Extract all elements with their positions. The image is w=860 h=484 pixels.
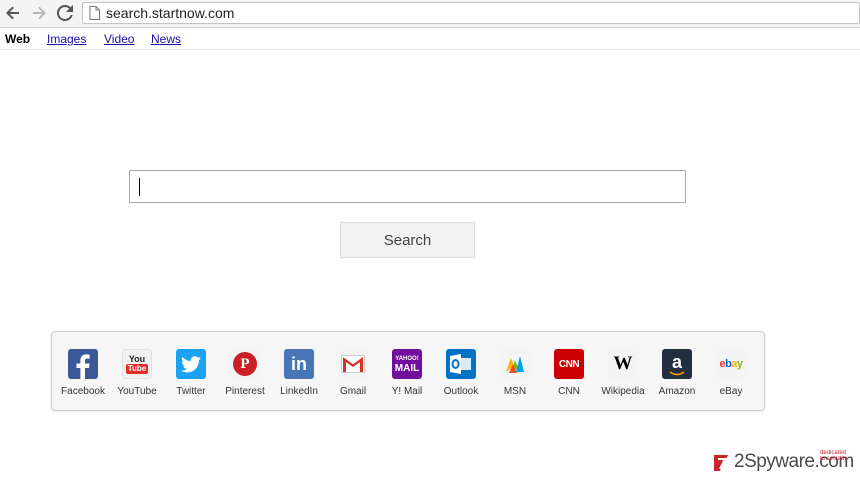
- shortcut-ebay[interactable]: ebay eBay: [704, 349, 758, 399]
- twitter-icon: [176, 349, 206, 379]
- yahoo-mail-icon: YAHOO! MAIL: [392, 349, 422, 379]
- page-icon: [89, 6, 100, 20]
- spyware-logo-icon: [714, 455, 728, 471]
- youtube-icon: You Tube: [122, 349, 152, 379]
- yahoo-text: YAHOO!: [395, 355, 419, 362]
- shortcut-linkedin[interactable]: in LinkedIn: [272, 349, 326, 399]
- shortcut-cnn[interactable]: CNN CNN: [542, 349, 596, 399]
- shortcut-twitter[interactable]: Twitter: [164, 349, 218, 399]
- forward-arrow-icon: [33, 6, 46, 20]
- youtube-logo-tube: Tube: [125, 364, 149, 374]
- reload-icon: [57, 5, 73, 21]
- shortcut-amazon[interactable]: a Amazon: [650, 349, 704, 399]
- shortcuts-panel: Facebook You Tube YouTube Twitter P Pint…: [51, 331, 765, 411]
- pinterest-icon: P: [230, 349, 260, 379]
- shortcut-gmail[interactable]: Gmail: [326, 349, 380, 399]
- shortcut-youtube[interactable]: You Tube YouTube: [110, 349, 164, 399]
- tab-web[interactable]: Web: [5, 32, 30, 46]
- browser-toolbar: search.startnow.com: [0, 0, 860, 28]
- shortcut-label: eBay: [719, 386, 743, 397]
- shortcut-msn[interactable]: MSN: [488, 349, 542, 399]
- tab-news[interactable]: News: [151, 32, 181, 46]
- linkedin-icon: in: [284, 349, 314, 379]
- shortcut-outlook[interactable]: Outlook: [434, 349, 488, 399]
- ebay-icon: ebay: [716, 349, 746, 379]
- amazon-icon: a: [662, 349, 692, 379]
- search-tabs: Web Images Video News: [0, 28, 860, 50]
- address-bar[interactable]: search.startnow.com: [82, 2, 860, 24]
- ebay-y: y: [736, 358, 743, 370]
- yahoo-mail-text: MAIL: [394, 362, 420, 374]
- watermark-tagline-2: to security: [820, 456, 848, 462]
- watermark-tagline: dedicated to security: [820, 450, 847, 462]
- watermark: 2Spyware.com dedicated to security: [712, 450, 854, 476]
- back-button[interactable]: [4, 4, 22, 22]
- text-caret: [139, 178, 140, 196]
- search-button[interactable]: Search: [340, 222, 475, 258]
- shortcut-pinterest[interactable]: P Pinterest: [218, 349, 272, 399]
- facebook-icon: [68, 349, 98, 379]
- shortcut-yahoo-mail[interactable]: YAHOO! MAIL Y! Mail: [380, 349, 434, 399]
- gmail-icon: [338, 349, 368, 379]
- tab-video[interactable]: Video: [104, 32, 134, 46]
- back-arrow-icon: [6, 6, 19, 20]
- search-input[interactable]: [129, 170, 686, 203]
- pinterest-letter: P: [240, 355, 250, 372]
- cnn-text: CNN: [558, 358, 580, 370]
- reload-button[interactable]: [56, 4, 74, 22]
- wikipedia-letter: W: [613, 353, 633, 374]
- youtube-logo-you: You: [128, 354, 146, 364]
- cnn-icon: CNN: [554, 349, 584, 379]
- wikipedia-icon: W: [608, 349, 638, 379]
- shortcut-facebook[interactable]: Facebook: [56, 349, 110, 399]
- linkedin-letters: in: [291, 353, 307, 374]
- address-url: search.startnow.com: [106, 5, 235, 21]
- watermark-brand-name: 2Spyware: [734, 451, 815, 472]
- tab-images[interactable]: Images: [47, 32, 86, 46]
- msn-icon: [500, 349, 530, 379]
- shortcut-wikipedia[interactable]: W Wikipedia: [596, 349, 650, 399]
- amazon-letter: a: [671, 351, 682, 372]
- outlook-icon: [446, 349, 476, 379]
- forward-button[interactable]: [30, 4, 48, 22]
